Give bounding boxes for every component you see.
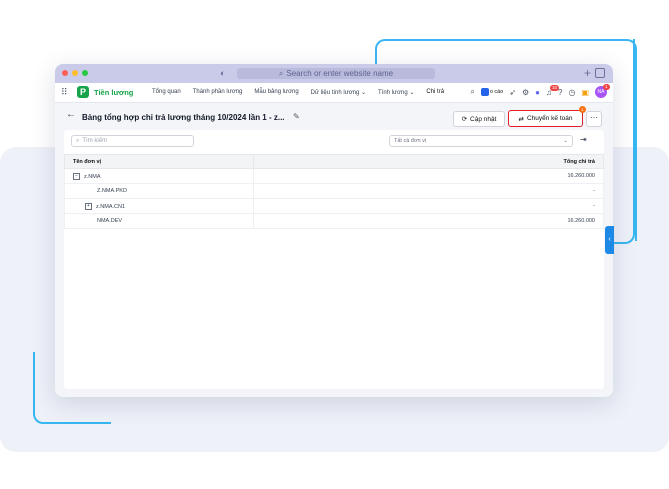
new-tab-icon[interactable]: + <box>584 66 591 80</box>
browser-window: ◐ ⌕ Search or enter website name + ⠿ P T… <box>55 64 613 397</box>
page-header: ← Bảng tổng hợp chi trả lương tháng 10/2… <box>55 103 613 131</box>
search-input[interactable]: ⌕ Tìm kiếm <box>71 135 194 147</box>
collapse-toggle-icon[interactable]: − <box>73 172 80 180</box>
transfer-label: Chuyển kế toán <box>526 115 573 122</box>
unit-cell: Z.NMA.PKD <box>64 183 254 199</box>
address-bar[interactable]: ⌕ Search or enter website name <box>237 68 435 79</box>
column-header-total[interactable]: Tổng chi trả <box>253 154 604 169</box>
menu-thanh-phan-luong[interactable]: Thành phần lương <box>193 89 243 96</box>
back-arrow-icon[interactable]: ← <box>66 109 76 120</box>
summary-table: Tên đơn vị Tổng chi trả − z.NMA 16.260.00… <box>64 154 604 229</box>
table-row[interactable]: + z.NMA.CN1 - <box>64 198 604 214</box>
edit-icon[interactable]: ✎ <box>293 112 300 121</box>
navbar-actions: ⌕ o cáo ➶ ⚙ ● ♫ 10 ? ◷ ▣ NA 1 <box>470 84 610 98</box>
window-controls <box>62 70 88 76</box>
page-title: Bảng tổng hợp chi trả lương tháng 10/202… <box>82 113 285 122</box>
total-cell: 16.260.000 <box>253 213 604 229</box>
filter-value: Tất cả đơn vị <box>394 138 427 144</box>
maximize-window-button[interactable] <box>82 70 88 76</box>
unit-name: z.NMA.CN1 <box>96 203 126 210</box>
report-menu[interactable]: o cáo <box>480 88 504 96</box>
shield-icon: ◐ <box>220 68 226 78</box>
search-icon: ⌕ <box>76 137 80 144</box>
transfer-accounting-button[interactable]: ⇄ Chuyển kế toán 1 <box>508 106 586 127</box>
transfer-badge: 1 <box>579 106 586 113</box>
apps-grid-icon[interactable]: ⠿ <box>61 88 68 97</box>
menu-tong-quan[interactable]: Tổng quan <box>152 89 181 96</box>
gear-icon[interactable]: ⚙ <box>522 88 529 97</box>
gift-icon[interactable]: ▣ <box>581 88 589 97</box>
side-panel-toggle[interactable]: ‹ <box>605 226 614 254</box>
menu-mau-bang-luong[interactable]: Mẫu bảng lương <box>254 89 298 96</box>
unit-filter-select[interactable]: Tất cả đơn vị ⌄ <box>389 135 573 147</box>
table-row[interactable]: Z.NMA.PKD - <box>64 183 604 199</box>
rocket-icon[interactable]: ➶ <box>509 88 516 97</box>
menu-du-lieu-tinh-luong[interactable]: Dữ liệu tính lương ⌄ <box>311 89 366 96</box>
update-button[interactable]: ⟳ Cập nhật <box>453 111 505 127</box>
table-row[interactable]: NMA.DEV 16.260.000 <box>64 213 604 229</box>
column-header-unit[interactable]: Tên đơn vị <box>64 154 254 169</box>
close-window-button[interactable] <box>62 70 68 76</box>
refresh-icon: ⟳ <box>461 116 468 123</box>
unit-name: z.NMA <box>84 173 101 180</box>
swap-icon: ⇄ <box>518 115 524 123</box>
user-avatar-wrap[interactable]: NA 1 <box>595 84 610 98</box>
search-icon: ⌕ <box>278 68 284 78</box>
total-cell: - <box>253 183 604 199</box>
update-label: Cập nhật <box>470 115 497 123</box>
menu-tinh-luong[interactable]: Tính lương ⌄ <box>378 89 414 96</box>
table-row[interactable]: − z.NMA 16.260.000 <box>64 168 604 184</box>
main-menu: Tổng quan Thành phần lương Mẫu bảng lươn… <box>152 89 444 96</box>
report-label: o cáo <box>489 89 504 95</box>
minimize-window-button[interactable] <box>72 70 78 76</box>
app-name[interactable]: Tiền lương <box>94 88 133 97</box>
more-options-button[interactable]: ··· <box>586 111 602 127</box>
avatar-badge: 1 <box>603 84 610 90</box>
unit-cell: + z.NMA.CN1 <box>64 198 254 214</box>
clock-icon[interactable]: ◷ <box>568 88 575 97</box>
expand-toggle-icon[interactable]: + <box>85 202 92 210</box>
content-panel: ⌕ Tìm kiếm Tất cả đơn vị ⌄ ⇥ Tên đơn vị … <box>64 130 604 389</box>
export-icon[interactable]: ⇥ <box>580 135 587 144</box>
report-icon <box>480 88 489 96</box>
table-header-row: Tên đơn vị Tổng chi trả <box>64 154 604 169</box>
browser-titlebar: ◐ ⌕ Search or enter website name + <box>55 64 613 83</box>
address-placeholder: Search or enter website name <box>286 69 394 78</box>
bell-icon[interactable]: ♫ 10 <box>546 84 560 97</box>
chevron-down-icon: ⌄ <box>563 138 568 144</box>
tabs-overview-icon[interactable] <box>595 68 605 78</box>
total-cell: - <box>253 198 604 214</box>
app-navbar: ⠿ P Tiền lương Tổng quan Thành phần lươn… <box>55 83 613 103</box>
unit-cell: NMA.DEV <box>64 213 254 229</box>
app-logo[interactable]: P <box>77 86 89 98</box>
unit-cell: − z.NMA <box>64 168 254 184</box>
notification-count: 10 <box>550 84 560 91</box>
search-placeholder: Tìm kiếm <box>82 138 108 144</box>
chat-icon[interactable]: ● <box>535 88 540 97</box>
search-icon[interactable]: ⌕ <box>470 87 474 97</box>
total-cell: 16.260.000 <box>253 168 604 184</box>
menu-chi-tra[interactable]: Chi trả <box>426 89 444 96</box>
